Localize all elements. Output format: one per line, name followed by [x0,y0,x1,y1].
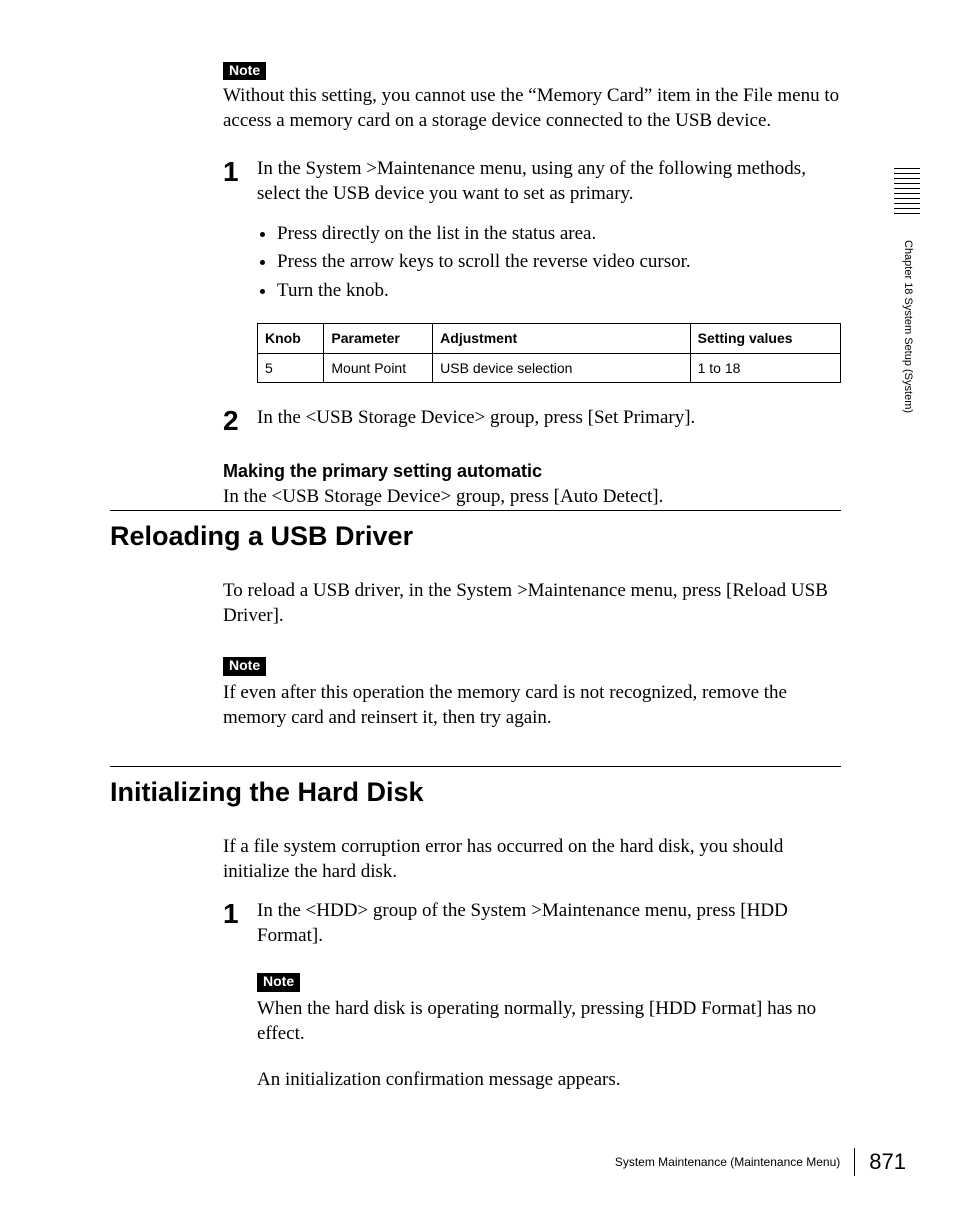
content-column: Note Without this setting, you cannot us… [223,62,841,509]
note-text: Without this setting, you cannot use the… [223,83,841,133]
reload-note-text: If even after this operation the memory … [223,680,841,730]
step-number: 2 [223,405,257,435]
thumb-index: Chapter 18 System Setup (System) [898,160,916,460]
step-body: In the System >Maintenance menu, using a… [257,156,841,384]
step-1-text: In the System >Maintenance menu, using a… [257,158,806,204]
bullet-item: Press directly on the list in the status… [277,220,841,249]
sub-heading-auto: Making the primary setting automatic [223,461,841,482]
init-step-note-text: When the hard disk is operating normally… [257,996,841,1046]
init-step-1: 1 In the <HDD> group of the System >Main… [223,898,841,1091]
note-badge: Note [223,657,266,675]
step-number: 1 [223,156,257,186]
init-step-body: In the <HDD> group of the System >Mainte… [257,898,841,1091]
step-2-text: In the <USB Storage Device> group, press… [257,405,841,430]
th-adjustment: Adjustment [433,324,690,353]
step-number: 1 [223,898,257,928]
bullet-item: Turn the knob. [277,277,841,306]
th-setting: Setting values [690,324,840,353]
parameter-table: Knob Parameter Adjustment Setting values… [257,323,841,383]
footer-title: System Maintenance (Maintenance Menu) [615,1155,840,1169]
reload-body-text: To reload a USB driver, in the System >M… [223,578,841,628]
section-init: Initializing the Hard Disk If a file sys… [110,766,841,1092]
step-2: 2 In the <USB Storage Device> group, pre… [223,405,841,435]
table-row: 5 Mount Point USB device selection 1 to … [258,353,841,382]
footer-separator [854,1148,855,1176]
page-footer: System Maintenance (Maintenance Menu) 87… [615,1148,906,1176]
step-1-bullets: Press directly on the list in the status… [257,220,841,306]
bullet-item: Press the arrow keys to scroll the rever… [277,248,841,277]
th-parameter: Parameter [324,324,433,353]
page-number: 871 [869,1149,906,1175]
th-knob: Knob [258,324,324,353]
init-step-after-text: An initialization confirmation message a… [257,1067,841,1092]
section-init-body: If a file system corruption error has oc… [223,834,841,1092]
section-title-reload: Reloading a USB Driver [110,521,841,552]
init-body-text: If a file system corruption error has oc… [223,834,841,884]
page: Chapter 18 System Setup (System) Note Wi… [0,0,954,1212]
td-setting: 1 to 18 [690,353,840,382]
thumb-index-lines [894,168,920,218]
note-badge: Note [223,62,266,80]
step-1: 1 In the System >Maintenance menu, using… [223,156,841,384]
td-adjustment: USB device selection [433,353,690,382]
init-step-1-text: In the <HDD> group of the System >Mainte… [257,900,788,946]
td-knob: 5 [258,353,324,382]
section-reload-body: To reload a USB driver, in the System >M… [223,578,841,730]
table-header-row: Knob Parameter Adjustment Setting values [258,324,841,353]
section-reload: Reloading a USB Driver To reload a USB d… [110,510,841,730]
note-badge: Note [257,973,300,991]
auto-text: In the <USB Storage Device> group, press… [223,484,841,509]
td-parameter: Mount Point [324,353,433,382]
section-title-init: Initializing the Hard Disk [110,777,841,808]
chapter-side-label: Chapter 18 System Setup (System) [902,240,914,413]
